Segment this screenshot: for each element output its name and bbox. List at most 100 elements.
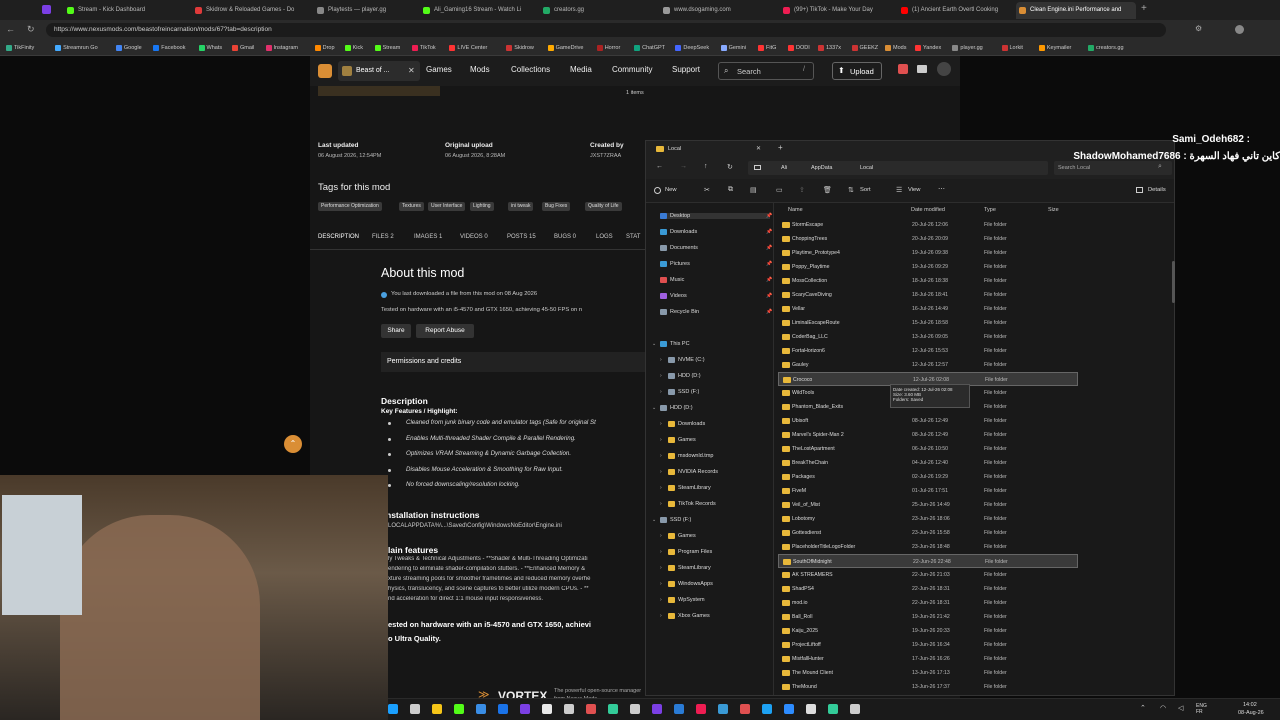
bookmark[interactable]: Gemini xyxy=(720,43,746,53)
close-icon[interactable]: ✕ xyxy=(408,66,415,75)
file-row[interactable]: TheLostApartment 06-Jul-26 10:50 File fold… xyxy=(778,442,1078,456)
up-icon[interactable]: ↑ xyxy=(704,163,708,170)
reload-icon[interactable]: ↻ xyxy=(27,24,35,35)
expand-chevron-icon[interactable]: › xyxy=(660,453,662,459)
mod-tab[interactable]: STAT xyxy=(626,234,640,240)
taskbar-app-icon[interactable] xyxy=(850,704,860,714)
taskbar-app-icon[interactable] xyxy=(564,704,574,714)
tree-item[interactable]: SteamLibrary xyxy=(668,485,711,491)
file-row[interactable]: Kaiju_2025 19-Jun-26 20:33 File folder xyxy=(778,624,1078,638)
tag-pill[interactable]: Textures xyxy=(399,202,424,211)
tag-pill[interactable]: Performance Optimization xyxy=(318,202,382,211)
tree-item[interactable]: SSD (F:) xyxy=(668,389,699,395)
bookmark[interactable]: TikFinity xyxy=(6,43,34,53)
expand-chevron-icon[interactable]: › xyxy=(660,389,662,395)
details-button[interactable]: Details xyxy=(1148,187,1166,193)
nexus-logo[interactable] xyxy=(318,64,332,78)
pin-icon[interactable]: 📌 xyxy=(766,213,772,219)
taskbar-app-icon[interactable] xyxy=(762,704,772,714)
rename-icon[interactable]: ▭ xyxy=(776,186,783,194)
upload-button[interactable]: ⬆ Upload xyxy=(832,62,882,80)
clock-time[interactable]: 14:02 xyxy=(1243,702,1257,708)
expand-chevron-icon[interactable]: › xyxy=(660,421,662,427)
pin-icon[interactable]: 📌 xyxy=(766,293,772,299)
mod-tab[interactable]: VIDEOS 0 xyxy=(460,234,488,240)
meta-value[interactable]: JXST7ZRAA xyxy=(590,153,621,159)
breadcrumb[interactable]: Ali AppData Local xyxy=(748,161,1048,175)
taskbar-app-icon[interactable] xyxy=(432,704,442,714)
bookmark[interactable]: Kick xyxy=(344,43,363,53)
permissions-panel[interactable]: Permissions and credits xyxy=(381,352,645,372)
file-row[interactable]: Ball_Roll 19-Jun-26 21:42 File folder xyxy=(778,610,1078,624)
expand-chevron-icon[interactable]: › xyxy=(660,549,662,555)
bookmark[interactable]: player.gg xyxy=(952,43,983,53)
tray-chevron-icon[interactable]: ⌃ xyxy=(1140,704,1146,712)
taskbar-app-icon[interactable] xyxy=(454,704,464,714)
expand-chevron-icon[interactable]: ⌄ xyxy=(652,341,656,347)
bookmark[interactable]: Whats xyxy=(198,43,222,53)
bookmark[interactable]: LIVE Center xyxy=(449,43,487,53)
bookmark[interactable]: Horror xyxy=(596,43,620,53)
breadcrumb-item[interactable]: Ali xyxy=(781,165,787,171)
taskbar-app-icon[interactable] xyxy=(476,704,486,714)
delete-icon[interactable]: 🗑 xyxy=(823,186,832,194)
expand-chevron-icon[interactable]: › xyxy=(660,485,662,491)
tag-pill[interactable]: ini tweak xyxy=(508,202,534,211)
new-button[interactable]: New xyxy=(665,187,677,193)
browser-tab[interactable]: Skidrow & Reloaded Games - Do xyxy=(192,2,310,19)
view-button[interactable]: View xyxy=(908,187,920,193)
col-date[interactable]: Date modified xyxy=(911,207,945,213)
taskbar-app-icon[interactable] xyxy=(410,704,420,714)
bookmark[interactable]: Skidrow xyxy=(506,43,534,53)
file-row[interactable]: mod.io 22-Jun-26 18:31 File folder xyxy=(778,596,1078,610)
browser-menu-icon[interactable] xyxy=(42,5,51,14)
url-input[interactable]: https://www.nexusmods.com/beastofreincar… xyxy=(46,23,1166,37)
browser-tab[interactable]: Ali_Gaming16 Stream - Watch Li xyxy=(420,2,536,19)
share-button[interactable]: Share xyxy=(381,324,411,338)
bookmark[interactable]: GEEKZ xyxy=(851,43,878,53)
extensions-icon[interactable]: ⚙ xyxy=(1195,24,1202,33)
tree-item[interactable]: TikTok Records xyxy=(668,501,716,507)
quick-access-item[interactable]: Videos xyxy=(660,293,687,299)
tag-pill[interactable]: Quality of Life xyxy=(585,202,622,211)
file-row[interactable]: ShadPS4 22-Jun-26 18:31 File folder xyxy=(778,582,1078,596)
nav-media[interactable]: Media xyxy=(570,65,592,74)
taskbar-app-icon[interactable] xyxy=(696,704,706,714)
notifications-icon[interactable] xyxy=(898,64,908,74)
pin-icon[interactable]: 📌 xyxy=(766,245,772,251)
sort-button[interactable]: Sort xyxy=(860,187,871,193)
tree-item[interactable]: This PC xyxy=(660,341,690,347)
file-row[interactable]: MistfallHunter 17-Jun-26 16:26 File folder xyxy=(778,652,1078,666)
tree-item[interactable]: SSD (F:) xyxy=(660,517,691,523)
taskbar-app-icon[interactable] xyxy=(674,704,684,714)
tree-item[interactable]: Program Files xyxy=(668,549,712,555)
taskbar-app-icon[interactable] xyxy=(784,704,794,714)
expand-chevron-icon[interactable]: ⌄ xyxy=(652,405,656,411)
new-tab-icon[interactable]: + xyxy=(778,143,783,152)
tree-item[interactable]: HDD (D:) xyxy=(668,373,701,379)
game-badge[interactable]: Beast of ... ✕ xyxy=(338,61,420,81)
tree-item[interactable]: Games xyxy=(668,533,696,539)
taskbar-app-icon[interactable] xyxy=(608,704,618,714)
nav-support[interactable]: Support xyxy=(672,65,700,74)
file-row[interactable]: TheMound 13-Jun-26 17:37 File folder xyxy=(778,680,1078,694)
file-row[interactable]: Gauley 12-Jul-26 12:57 File folder xyxy=(778,358,1078,372)
browser-tab[interactable]: Stream - Kick Dashboard xyxy=(64,2,182,19)
bookmark[interactable]: Yandex xyxy=(915,43,941,53)
file-row[interactable]: Ubisoft 08-Jul-26 12:49 File folder xyxy=(778,414,1078,428)
file-row[interactable]: PlaceholderTitleLogoFolder 23-Jun-26 18:4… xyxy=(778,540,1078,554)
bookmark[interactable]: Google xyxy=(115,43,142,53)
tree-item[interactable]: NVIDIA Records xyxy=(668,469,718,475)
file-row[interactable]: FiveM 01-Jul-26 17:51 File folder xyxy=(778,484,1078,498)
col-type[interactable]: Type xyxy=(984,207,996,213)
file-row[interactable]: Playtime_Prototype4 19-Jul-26 09:38 File f… xyxy=(778,246,1078,260)
file-row[interactable]: SouthOfMidnight 22-Jun-26 22:48 File folde… xyxy=(778,554,1078,568)
taskbar-app-icon[interactable] xyxy=(542,704,552,714)
file-row[interactable]: AK STREAMERS 22-Jun-26 21:03 File folder xyxy=(778,568,1078,582)
nav-mods[interactable]: Mods xyxy=(470,65,490,74)
tree-item[interactable]: WindowsApps xyxy=(668,581,713,587)
file-row[interactable]: The Mound Client 13-Jun-26 17:13 File fold… xyxy=(778,666,1078,680)
quick-access-item[interactable]: Downloads xyxy=(660,229,697,235)
scroll-to-top-button[interactable]: ⌃ xyxy=(284,435,302,453)
pin-icon[interactable]: 📌 xyxy=(766,309,772,315)
